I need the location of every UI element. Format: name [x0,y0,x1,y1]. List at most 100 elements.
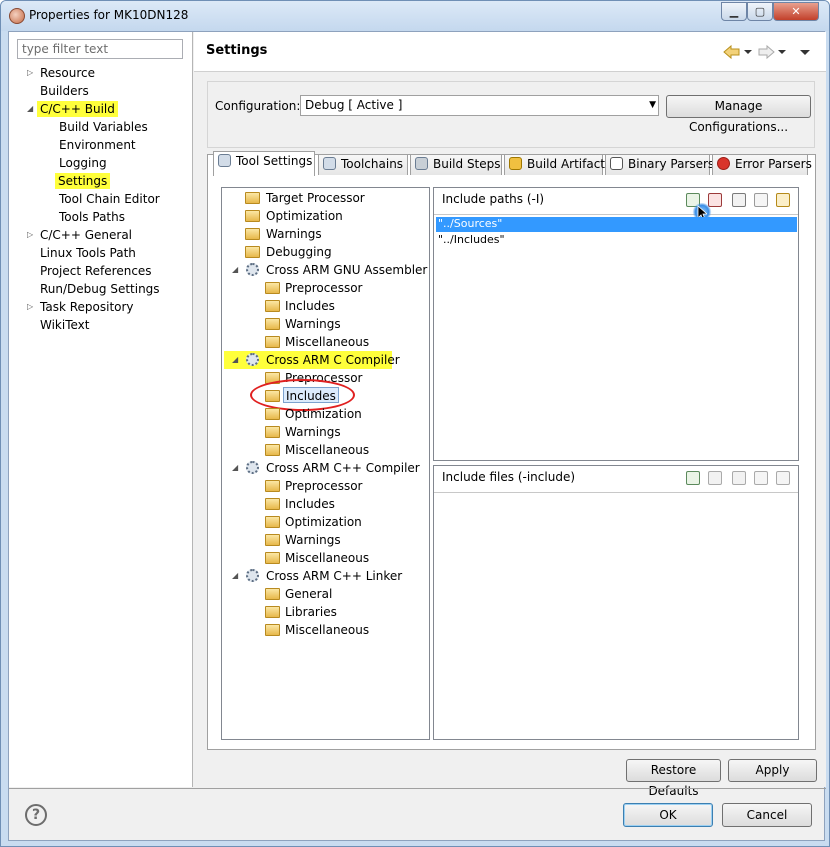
tool-item-cpp-includes[interactable]: Includes [285,496,335,512]
expand-arrow-icon[interactable]: ▷ [27,65,37,81]
folder-icon [265,516,280,528]
divider [434,492,798,493]
nav-item-builders[interactable]: Builders [40,83,89,99]
ok-button[interactable]: OK [623,803,713,827]
forward-arrow-icon [758,44,775,60]
configuration-select[interactable]: Debug [ Active ] ▼ [300,95,659,116]
nav-item-project-references[interactable]: Project References [40,263,152,279]
collapse-arrow-icon[interactable]: ◢ [232,262,242,278]
tab-binary-parsers[interactable]: Binary Parsers [605,154,714,175]
collapse-arrow-icon[interactable]: ◢ [27,101,37,117]
tool-item-debugging[interactable]: Debugging [266,244,332,260]
tool-item-c-optimization[interactable]: Optimization [285,406,362,422]
folder-icon [265,552,280,564]
nav-item-linux-tools-path[interactable]: Linux Tools Path [40,245,136,261]
collapse-arrow-icon[interactable]: ◢ [232,352,242,368]
nav-item-wikitext[interactable]: WikiText [40,317,90,333]
folder-icon [265,534,280,546]
tool-gear-icon [246,263,259,276]
properties-window: Properties for MK10DN128 ▁ ▢ ✕ type filt… [0,0,830,847]
tool-item-c-compiler[interactable]: Cross ARM C Compiler [266,352,400,368]
dropdown-icon [744,50,752,54]
manage-configurations-button[interactable]: Manage Configurations... [666,95,811,134]
close-button[interactable]: ✕ [773,2,819,21]
add-icon[interactable] [686,471,700,485]
footer-divider [9,788,826,789]
move-down-icon[interactable] [776,193,790,207]
tool-item-warnings[interactable]: Warnings [266,226,322,242]
back-arrow-icon [723,44,740,60]
nav-item-tools-paths[interactable]: Tools Paths [59,209,125,225]
collapse-arrow-icon[interactable]: ◢ [232,460,242,476]
move-up-icon[interactable] [754,193,768,207]
move-up-icon[interactable] [754,471,768,485]
minimize-button[interactable]: ▁ [721,2,747,21]
tool-item-linker-general[interactable]: General [285,586,332,602]
nav-item-resource[interactable]: Resource [40,65,95,81]
move-down-icon[interactable] [776,471,790,485]
folder-icon [265,624,280,636]
chevron-down-icon: ▼ [649,100,656,110]
tool-settings-icon [218,154,231,167]
nav-item-task-repository[interactable]: Task Repository [40,299,134,315]
tool-item-c-warnings[interactable]: Warnings [285,424,341,440]
nav-item-environment[interactable]: Environment [59,137,136,153]
tab-tool-settings[interactable]: Tool Settings [213,151,315,176]
expand-arrow-icon[interactable]: ▷ [27,227,37,243]
delete-icon[interactable] [708,193,722,207]
tab-build-artifact[interactable]: Build Artifact [504,154,605,175]
restore-defaults-button[interactable]: Restore Defaults [626,759,721,798]
tool-item-asm-warnings[interactable]: Warnings [285,316,341,332]
dropdown-icon [778,50,786,54]
collapse-arrow-icon[interactable]: ◢ [232,568,242,584]
nav-item-cpp-general[interactable]: C/C++ General [40,227,132,243]
cancel-button[interactable]: Cancel [722,803,812,827]
tool-item-cpp-miscellaneous[interactable]: Miscellaneous [285,550,369,566]
tool-item-cpp-optimization[interactable]: Optimization [285,514,362,530]
tool-item-asm-preprocessor[interactable]: Preprocessor [285,280,362,296]
tool-item-cpp-compiler[interactable]: Cross ARM C++ Compiler [266,460,420,476]
tool-item-cpp-warnings[interactable]: Warnings [285,532,341,548]
delete-icon[interactable] [708,471,722,485]
view-menu-icon [800,50,810,55]
include-path-item[interactable]: "../Includes" [438,232,505,248]
folder-icon [265,444,280,456]
tool-item-asm-includes[interactable]: Includes [285,298,335,314]
nav-item-run-debug-settings[interactable]: Run/Debug Settings [40,281,160,297]
expand-arrow-icon[interactable]: ▷ [27,299,37,315]
help-icon[interactable]: ? [25,804,47,826]
tool-item-c-miscellaneous[interactable]: Miscellaneous [285,442,369,458]
apply-button[interactable]: Apply [728,759,817,782]
edit-icon[interactable] [732,471,746,485]
nav-item-cpp-build[interactable]: C/C++ Build [37,101,118,117]
page-header: Settings [194,32,826,72]
title-bar: Properties for MK10DN128 ▁ ▢ ✕ [1,1,829,31]
tool-item-cpp-linker[interactable]: Cross ARM C++ Linker [266,568,402,584]
tool-item-cpp-preprocessor[interactable]: Preprocessor [285,478,362,494]
edit-icon[interactable] [732,193,746,207]
tool-gear-icon [246,353,259,366]
folder-icon [265,300,280,312]
folder-icon [265,282,280,294]
history-nav-icons [723,44,810,60]
tab-error-parsers[interactable]: Error Parsers [712,154,812,175]
folder-icon [265,318,280,330]
tab-toolchains[interactable]: Toolchains [318,154,408,175]
nav-item-tool-chain-editor[interactable]: Tool Chain Editor [59,191,160,207]
nav-item-logging[interactable]: Logging [59,155,107,171]
include-path-item[interactable]: "../Sources" [438,216,502,232]
property-nav: type filter text ▷ Resource Builders ◢ C… [9,32,193,787]
maximize-button[interactable]: ▢ [747,2,773,21]
tab-build-steps[interactable]: Build Steps [410,154,502,175]
folder-icon [245,210,260,222]
tool-item-asm-miscellaneous[interactable]: Miscellaneous [285,334,369,350]
tool-item-target-processor[interactable]: Target Processor [266,190,365,206]
tool-item-linker-miscellaneous[interactable]: Miscellaneous [285,622,369,638]
filter-input[interactable]: type filter text [17,39,183,59]
nav-item-build-variables[interactable]: Build Variables [59,119,148,135]
nav-item-settings[interactable]: Settings [55,173,111,189]
tool-item-linker-libraries[interactable]: Libraries [285,604,337,620]
tool-item-optimization[interactable]: Optimization [266,208,343,224]
folder-icon [265,480,280,492]
tool-item-assembler[interactable]: Cross ARM GNU Assembler [266,262,427,278]
